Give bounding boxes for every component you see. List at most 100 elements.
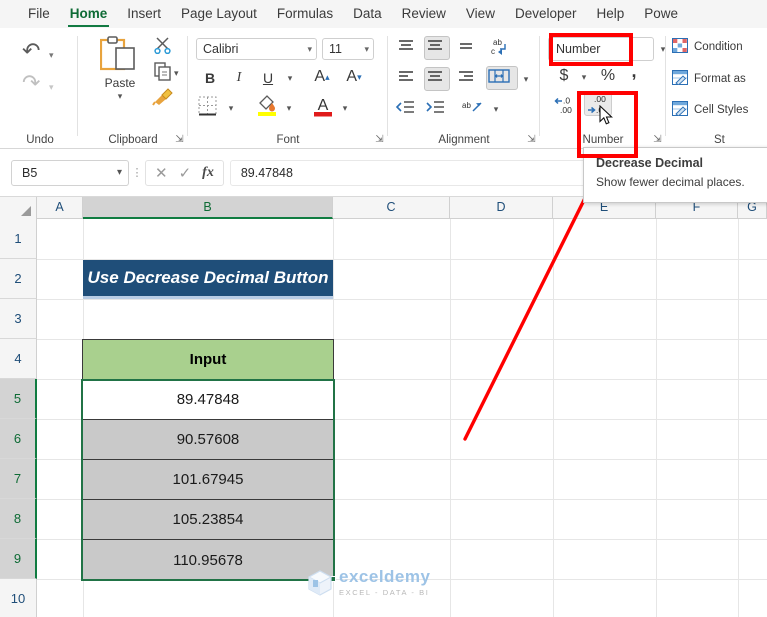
title-banner-cell[interactable]: Use Decrease Decimal Button (83, 260, 333, 299)
row-header-5[interactable]: 5 (0, 379, 37, 419)
undo-arrow-icon[interactable]: ↶ (22, 38, 40, 64)
decrease-font-size-icon[interactable]: A ▾ (342, 66, 366, 88)
row-header-1[interactable]: 1 (0, 219, 37, 259)
wrap-text-icon[interactable]: ab c (488, 36, 514, 56)
column-header-a[interactable]: A (37, 197, 83, 219)
font-size-value: 11 (329, 42, 342, 56)
conditional-formatting-button[interactable]: Condition (672, 38, 743, 56)
align-right-icon[interactable] (456, 69, 478, 89)
column-header-d[interactable]: D (450, 197, 553, 219)
font-name-input[interactable]: Calibri ▾ (196, 38, 317, 60)
name-box[interactable]: B5 ▾ (11, 159, 129, 186)
tab-help[interactable]: Help (587, 0, 635, 28)
mouse-cursor-icon (599, 104, 615, 132)
row-header-2[interactable]: 2 (0, 259, 37, 299)
accounting-format-button[interactable]: $ (556, 66, 572, 86)
comma-format-button[interactable]: , (626, 61, 642, 81)
decrease-indent-icon[interactable] (394, 98, 418, 118)
table-header-cell[interactable]: Input (82, 339, 334, 380)
orientation-chevron-down-icon[interactable]: ▾ (490, 102, 502, 116)
font-name-chevron-down-icon[interactable]: ▾ (307, 44, 312, 55)
increase-indent-icon[interactable] (424, 98, 448, 118)
row-header-10[interactable]: 10 (0, 579, 37, 617)
align-center-icon[interactable] (424, 67, 450, 91)
align-bottom-icon[interactable] (456, 38, 478, 58)
percent-format-button[interactable]: % (598, 66, 618, 86)
underline-chevron-down-icon[interactable]: ▾ (283, 70, 297, 86)
cell-styles-label: Cell Styles (694, 104, 749, 116)
formula-bar-handle[interactable]: ⋮ (129, 166, 145, 179)
align-middle-icon[interactable] (424, 36, 450, 60)
column-header-b[interactable]: B (83, 197, 333, 219)
table-row[interactable]: 110.95678 (83, 540, 333, 580)
table-row[interactable]: 101.67945 (83, 460, 333, 500)
accounting-chevron-down-icon[interactable]: ▾ (578, 70, 590, 84)
svg-text:.00: .00 (560, 105, 572, 115)
tab-review[interactable]: Review (392, 0, 456, 28)
merge-chevron-down-icon[interactable]: ▾ (520, 72, 532, 86)
name-box-chevron-down-icon[interactable]: ▾ (117, 167, 122, 178)
tab-power[interactable]: Powe (634, 0, 688, 28)
orientation-icon[interactable]: ab (460, 98, 486, 118)
ribbon-group-undo: ↶ ▾ ↷ ▾ Undo (2, 28, 78, 149)
merge-center-icon[interactable] (486, 66, 518, 90)
italic-button[interactable]: I (229, 68, 249, 88)
borders-chevron-down-icon[interactable]: ▾ (224, 100, 238, 116)
table-row[interactable]: 105.23854 (83, 500, 333, 540)
watermark-name: exceldemy (339, 567, 431, 586)
tab-data[interactable]: Data (343, 0, 392, 28)
row-header-8[interactable]: 8 (0, 499, 37, 539)
increase-decimal-icon[interactable]: .0 .00 (552, 94, 578, 116)
increase-font-size-icon[interactable]: A ▴ (310, 66, 334, 88)
bold-button[interactable]: B (200, 68, 220, 88)
select-all-corner[interactable] (0, 197, 37, 219)
cancel-x-icon[interactable]: ✕ (155, 164, 168, 182)
row-header-7[interactable]: 7 (0, 459, 37, 499)
alignment-dialog-launcher[interactable]: ⇲ (526, 134, 537, 145)
tab-formulas[interactable]: Formulas (267, 0, 343, 28)
row-header-9[interactable]: 9 (0, 539, 37, 579)
row-header-6[interactable]: 6 (0, 419, 37, 459)
align-top-icon[interactable] (396, 38, 418, 58)
format-painter-icon[interactable] (152, 86, 174, 111)
paste-icon[interactable] (99, 36, 140, 74)
ribbon-tab-bar: File Home Insert Page Layout Formulas Da… (0, 0, 767, 28)
font-size-chevron-down-icon[interactable]: ▾ (364, 44, 369, 55)
conditional-formatting-label: Condition (694, 41, 743, 53)
scissors-icon[interactable] (154, 36, 172, 59)
tab-insert[interactable]: Insert (117, 0, 171, 28)
table-row[interactable]: 90.57608 (83, 420, 333, 460)
copy-icon[interactable] (154, 62, 172, 86)
number-dialog-launcher[interactable]: ⇲ (652, 134, 663, 145)
number-format-select[interactable]: Number (548, 37, 654, 61)
paste-chevron-down-icon[interactable]: ▾ (88, 91, 152, 102)
copy-chevron-down-icon[interactable]: ▾ (174, 68, 179, 79)
fx-icon[interactable]: fx (202, 165, 214, 181)
row-header-4[interactable]: 4 (0, 339, 37, 379)
row-header-3[interactable]: 3 (0, 299, 37, 339)
enter-check-icon[interactable]: ✓ (179, 164, 192, 182)
borders-icon[interactable] (198, 96, 218, 116)
underline-button[interactable]: U (258, 68, 278, 88)
tab-file[interactable]: File (18, 0, 60, 28)
font-color-chevron-down-icon[interactable]: ▾ (338, 100, 352, 116)
tab-home[interactable]: Home (60, 0, 118, 28)
align-left-icon[interactable] (396, 69, 418, 89)
svg-text:A: A (318, 97, 329, 114)
tab-view[interactable]: View (456, 0, 505, 28)
column-header-c[interactable]: C (333, 197, 450, 219)
fill-color-icon[interactable] (256, 94, 278, 118)
undo-chevron-down-icon[interactable]: ▾ (49, 50, 54, 61)
cell-styles-button[interactable]: Cell Styles (672, 101, 748, 119)
clipboard-dialog-launcher[interactable]: ⇲ (174, 134, 185, 145)
font-dialog-launcher[interactable]: ⇲ (374, 134, 385, 145)
tab-page-layout[interactable]: Page Layout (171, 0, 267, 28)
format-as-table-icon (672, 70, 688, 88)
font-color-icon[interactable]: A (312, 94, 334, 118)
cell-styles-icon (672, 101, 688, 119)
format-as-table-button[interactable]: Format as (672, 70, 746, 88)
fill-color-chevron-down-icon[interactable]: ▾ (282, 100, 296, 116)
font-size-input[interactable]: 11 ▾ (322, 38, 374, 60)
tab-developer[interactable]: Developer (505, 0, 587, 28)
table-row[interactable]: 89.47848 (83, 380, 333, 420)
